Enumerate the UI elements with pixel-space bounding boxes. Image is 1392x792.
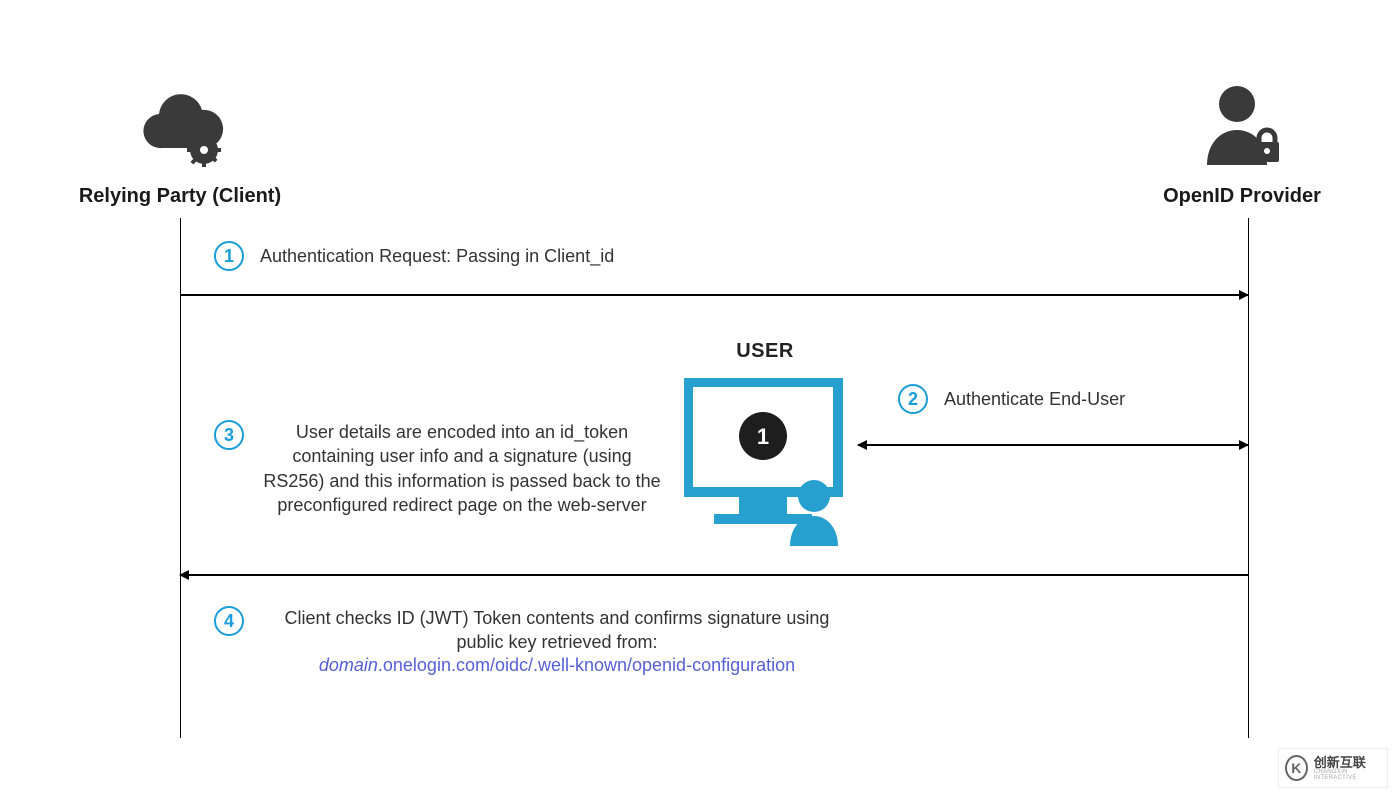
watermark: K 创新互联 CHANGXIN INTERACTIVE [1278, 748, 1388, 788]
step-3: 3 User details are encoded into an id_to… [214, 420, 664, 517]
actor-right-label: OpenID Provider [1142, 185, 1342, 208]
arrow-3-left [180, 574, 1248, 576]
step-3-text: User details are encoded into an id_toke… [260, 420, 664, 517]
watermark-text-cn: 创新互联 [1314, 756, 1381, 769]
arrow-2-bidir [858, 444, 1248, 446]
step-2-text: Authenticate End-User [944, 387, 1125, 411]
user-lock-icon [1197, 80, 1287, 170]
step-4: 4 Client checks ID (JWT) Token contents … [214, 606, 854, 676]
actor-relying-party: Relying Party (Client) [65, 80, 295, 208]
step-1-badge: 1 [214, 241, 244, 271]
actor-openid-provider: OpenID Provider [1142, 80, 1342, 208]
user-label: USER [690, 340, 840, 363]
monitor-user-icon: 1 [684, 378, 849, 553]
cloud-gear-icon [130, 80, 230, 170]
step-3-badge: 3 [214, 420, 244, 450]
watermark-text-en: CHANGXIN INTERACTIVE [1314, 769, 1381, 781]
step-1: 1 Authentication Request: Passing in Cli… [214, 241, 614, 271]
watermark-logo-icon: K [1285, 755, 1308, 781]
step-4-link-domain: domain [319, 655, 378, 675]
actor-left-label: Relying Party (Client) [65, 185, 295, 208]
step-2: 2 Authenticate End-User [898, 384, 1125, 414]
step-4-link: domain.onelogin.com/oidc/.well-known/ope… [260, 655, 854, 676]
svg-text:1: 1 [757, 424, 769, 449]
arrow-1-right [180, 294, 1248, 296]
step-4-text: Client checks ID (JWT) Token contents an… [260, 606, 854, 655]
step-4-badge: 4 [214, 606, 244, 636]
step-2-badge: 2 [898, 384, 928, 414]
step-4-link-rest: .onelogin.com/oidc/.well-known/openid-co… [378, 655, 795, 675]
step-1-text: Authentication Request: Passing in Clien… [260, 244, 614, 268]
lifeline-left [180, 218, 181, 738]
